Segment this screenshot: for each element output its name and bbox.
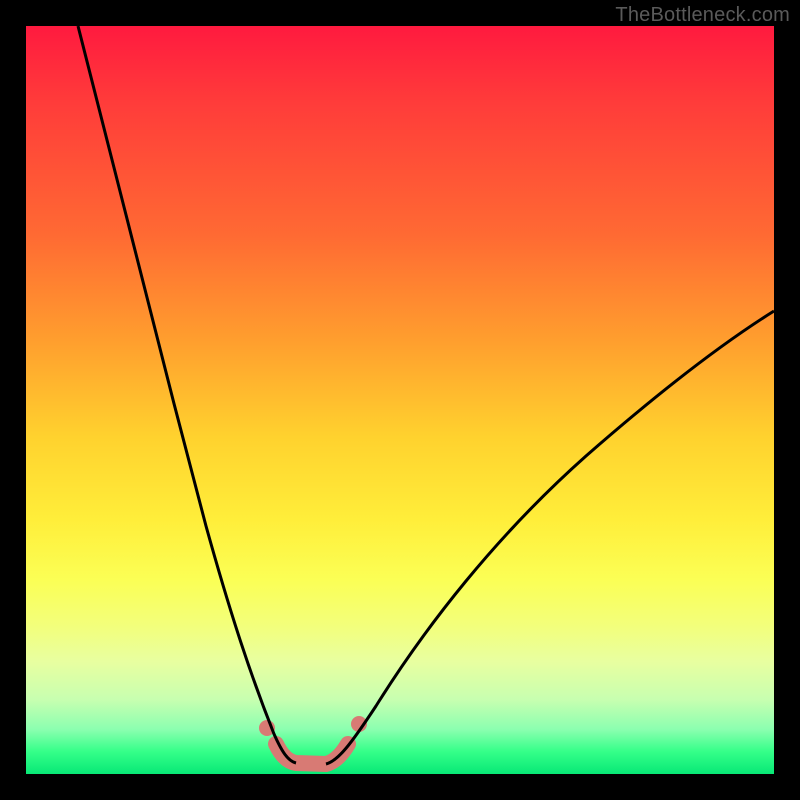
chart-frame: TheBottleneck.com <box>0 0 800 800</box>
curve-left <box>78 26 296 763</box>
chart-svg <box>26 26 774 774</box>
watermark-text: TheBottleneck.com <box>615 4 790 27</box>
curve-right <box>326 311 774 764</box>
plot-area <box>26 26 774 774</box>
trough-band <box>276 744 348 764</box>
